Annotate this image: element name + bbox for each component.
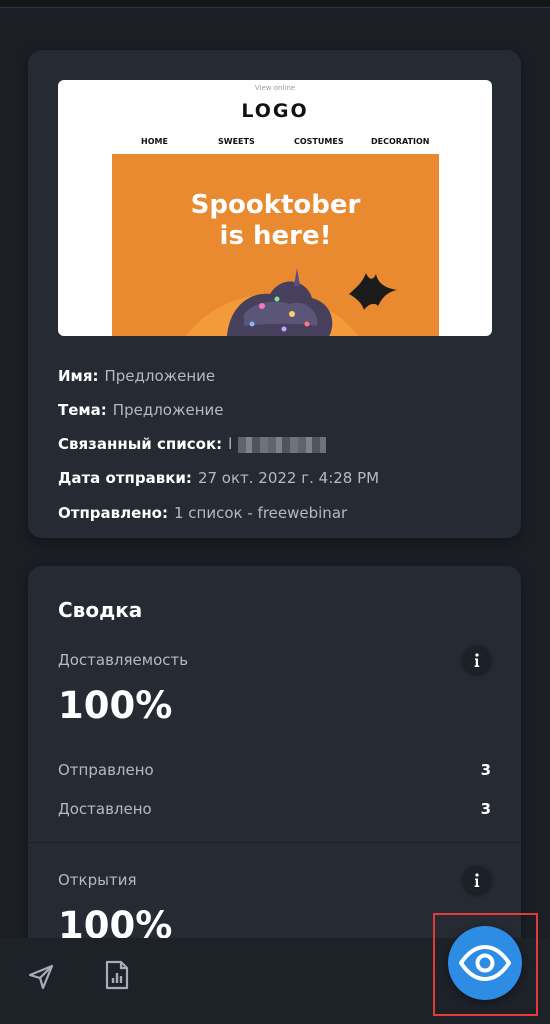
email-preview[interactable]: View online LOGO HOME SWEETS COSTUMES DE… xyxy=(58,80,492,336)
deliverability-percent: 100% xyxy=(58,684,173,727)
highlight-box xyxy=(433,913,538,1016)
campaign-name-row: Имя: Предложение xyxy=(58,367,215,385)
section-divider xyxy=(28,842,521,843)
campaign-subject-row: Тема: Предложение xyxy=(58,401,224,419)
deliverability-label: Доставляемость xyxy=(58,651,189,669)
opens-info-button[interactable] xyxy=(463,866,491,894)
send-nav-button[interactable] xyxy=(26,962,56,996)
campaign-sent-to-label: Отправлено: xyxy=(58,504,168,522)
preview-logo: LOGO xyxy=(241,100,309,122)
campaign-details-card: View online LOGO HOME SWEETS COSTUMES DE… xyxy=(28,50,521,538)
preview-view-online-link: View online xyxy=(254,84,296,92)
preview-banner: Spooktober is here! xyxy=(112,154,439,336)
campaign-sent-date-label: Дата отправки: xyxy=(58,469,192,487)
campaign-list-value: l xyxy=(228,435,233,453)
campaign-sent-to-value: 1 список - freewebinar xyxy=(174,504,348,522)
delivered-label: Доставлено xyxy=(58,800,152,818)
preview-headline-line: is here! xyxy=(219,221,332,251)
delivered-sent-label: Отправлено xyxy=(58,761,154,779)
preview-nav-item: SWEETS xyxy=(218,137,255,146)
summary-title: Сводка xyxy=(58,598,143,622)
report-nav-button[interactable] xyxy=(103,959,131,995)
preview-nav-item: DECORATION xyxy=(371,137,430,146)
campaign-name-value: Предложение xyxy=(104,367,216,385)
preview-nav-item: COSTUMES xyxy=(294,137,344,146)
info-icon xyxy=(474,653,480,667)
deliverability-info-button[interactable] xyxy=(463,646,491,674)
send-icon xyxy=(28,964,54,990)
delivered-value: 3 xyxy=(480,800,491,818)
preview-headline: Spooktober is here! xyxy=(112,190,439,252)
delivered-sent-value: 3 xyxy=(480,761,491,779)
preview-nav-item: HOME xyxy=(141,137,168,146)
redacted-list-name xyxy=(238,436,327,453)
campaign-name-label: Имя: xyxy=(58,367,99,385)
campaign-sent-date-row: Дата отправки: 27 окт. 2022 г. 4:28 PM xyxy=(58,469,379,487)
preview-headline-line: Spooktober xyxy=(190,190,361,220)
campaign-subject-value: Предложение xyxy=(112,401,224,419)
opens-label: Открытия xyxy=(58,871,137,889)
report-icon xyxy=(105,960,129,990)
campaign-list-label: Связанный список: xyxy=(58,435,223,453)
campaign-subject-label: Тема: xyxy=(58,401,107,419)
info-icon xyxy=(474,873,480,887)
top-edge xyxy=(0,0,550,8)
campaign-list-row: Связанный список: l xyxy=(58,435,327,453)
campaign-sent-date-value: 27 окт. 2022 г. 4:28 PM xyxy=(197,469,380,487)
campaign-sent-to-row: Отправлено: 1 список - freewebinar xyxy=(58,504,347,522)
